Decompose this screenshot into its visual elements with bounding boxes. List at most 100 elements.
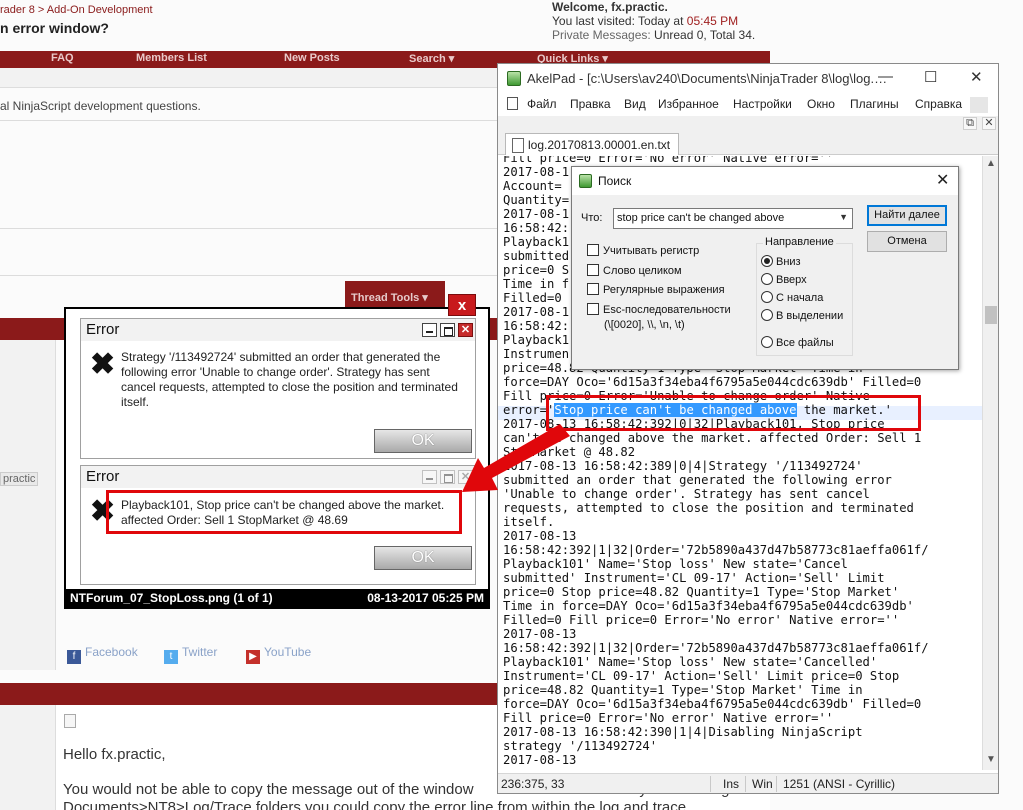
editor-line: 2017-08-13: [503, 753, 577, 767]
forum-description: al NinjaScript development questions.: [0, 99, 201, 113]
checkbox-icon: [587, 303, 599, 315]
option-label: Учитывать регистр: [603, 245, 700, 257]
menu-settings[interactable]: Настройки: [733, 97, 792, 111]
scroll-up-icon[interactable]: ▲: [986, 158, 996, 169]
last-visited-label: You last visited: Today at: [552, 14, 687, 28]
facebook-link[interactable]: f Facebook: [67, 645, 138, 664]
status-eol[interactable]: Win: [752, 777, 773, 791]
menu-edit[interactable]: Правка: [570, 97, 611, 111]
close-icon[interactable]: ✕: [458, 323, 473, 337]
option-label: Регулярные выражения: [603, 284, 725, 296]
ok-button[interactable]: OK: [374, 546, 472, 570]
twitter-link[interactable]: t Twitter: [164, 645, 217, 664]
akelpad-app-icon: [579, 174, 592, 188]
find-what-input[interactable]: stop price can't be changed above ▼: [613, 208, 853, 229]
pm-label: Private Messages:: [552, 28, 655, 42]
find-dialog-titlebar[interactable]: Поиск ✕: [572, 167, 958, 195]
direction-down[interactable]: Вниз: [761, 255, 801, 268]
menu-favorites[interactable]: Избранное: [658, 97, 719, 111]
akelpad-menubar: Файл Правка Вид Избранное Настройки Окно…: [498, 92, 998, 116]
maximize-icon[interactable]: ☐: [924, 68, 937, 86]
youtube-link[interactable]: ▶ YouTube: [246, 645, 311, 664]
reply-greeting: Hello fx.practic,: [63, 746, 166, 763]
find-dialog-title: Поиск: [598, 174, 632, 188]
editor-line: 16:58:42:392|1|32|Order='72b5890a437d47b…: [503, 543, 929, 557]
close-icon[interactable]: ✕: [982, 117, 996, 130]
minimize-icon[interactable]: [422, 323, 437, 337]
status-insert-mode[interactable]: Ins: [723, 777, 739, 791]
option-label: Слово целиком: [603, 265, 682, 277]
close-icon[interactable]: ✕: [970, 68, 983, 86]
viewer-close-button[interactable]: x: [448, 294, 476, 316]
editor-line: 2017-08-13: [503, 627, 577, 641]
ok-button[interactable]: OK: [374, 429, 472, 453]
error-1-message: Strategy '/113492724' submitted an order…: [121, 350, 458, 409]
minimize-icon[interactable]: [422, 470, 437, 484]
nav-members-list[interactable]: Members List: [136, 52, 207, 64]
vertical-scrollbar[interactable]: ▲ ▼: [982, 156, 998, 770]
option-escape-sequences[interactable]: Esc-последовательности: [587, 303, 731, 316]
editor-line: 16:58:42:392|1|32|Order='72b5890a437d47b…: [503, 641, 929, 655]
cancel-button[interactable]: Отмена: [867, 231, 947, 252]
editor-line: force=DAY Oco='6d15a3f34eba4f6795a5e044c…: [503, 697, 922, 711]
reply-line-1-start: You would not be able to copy the messag…: [63, 781, 474, 798]
direction-in-selection[interactable]: В выделении: [761, 309, 843, 322]
mdi-controls: ⧉ ✕: [498, 116, 998, 132]
menu-plugins[interactable]: Плагины: [850, 97, 899, 111]
user-badge[interactable]: practic: [0, 472, 38, 486]
welcome-box: Welcome, fx.practic. You last visited: T…: [552, 0, 755, 42]
find-what-label: Что:: [581, 212, 603, 224]
scroll-down-icon[interactable]: ▼: [986, 754, 996, 765]
direction-up[interactable]: Вверх: [761, 273, 807, 286]
maximize-icon[interactable]: [440, 323, 455, 337]
editor-line: 2017-08-13: [503, 529, 577, 543]
akelpad-titlebar[interactable]: AkelPad - [c:\Users\av240\Documents\Ninj…: [498, 64, 998, 92]
escape-hint: (\[0020], \\, \n, \t): [604, 319, 685, 331]
maximize-icon[interactable]: [440, 470, 455, 484]
error-dialog-1-title: Error ✕: [81, 319, 475, 341]
menu-overflow[interactable]: [970, 97, 988, 113]
checkbox-icon: [587, 264, 599, 276]
pm-counts[interactable]: Unread 0, Total 34.: [654, 28, 755, 42]
breadcrumb[interactable]: rader 8 > Add-On Development: [0, 4, 153, 16]
menu-window[interactable]: Окно: [807, 97, 835, 111]
minimize-icon[interactable]: —: [878, 68, 893, 85]
checkbox-icon: [587, 283, 599, 295]
radio-icon: [761, 309, 773, 321]
editor-line: Playback101' Name='Stop loss' New state=…: [503, 655, 878, 669]
nav-faq[interactable]: FAQ: [51, 52, 74, 64]
restore-icon[interactable]: ⧉: [963, 117, 977, 130]
chevron-down-icon[interactable]: ▼: [839, 212, 848, 222]
option-match-case[interactable]: Учитывать регистр: [587, 244, 699, 257]
document-icon[interactable]: [507, 97, 518, 110]
menu-file[interactable]: Файл: [527, 97, 557, 111]
post-icon: [64, 714, 76, 728]
direction-label: Направление: [763, 236, 836, 248]
find-next-button[interactable]: Найти далее: [867, 205, 947, 226]
editor-line: force=DAY Oco='6d15a3f34eba4f6795a5e044c…: [503, 375, 922, 389]
direction-all-files[interactable]: Все файлы: [761, 336, 834, 349]
status-bar: 236:375, 33 Ins Win 1251 (ANSI - Cyrilli…: [498, 773, 998, 793]
option-whole-word[interactable]: Слово целиком: [587, 264, 682, 277]
highlight-box: [546, 395, 921, 431]
tab-log-file[interactable]: log.20170813.00001.en.txt: [505, 133, 680, 155]
welcome-text[interactable]: Welcome, fx.practic.: [552, 0, 668, 14]
radio-label: Вверх: [776, 274, 807, 286]
thread-tools-button[interactable]: Thread Tools ▾: [345, 281, 445, 307]
editor-line: price=0 Stop price=48.82 Quantity=1 Type…: [503, 585, 900, 599]
nav-new-posts[interactable]: New Posts: [284, 52, 340, 64]
menu-help[interactable]: Справка: [915, 97, 962, 111]
scrollbar-thumb[interactable]: [985, 306, 997, 324]
akelpad-title-text: AkelPad - [c:\Users\av240\Documents\Ninj…: [527, 71, 888, 86]
radio-label: Вниз: [776, 256, 801, 268]
option-regex[interactable]: Регулярные выражения: [587, 283, 725, 296]
radio-icon: [761, 273, 773, 285]
status-divider: [710, 776, 711, 792]
direction-from-start[interactable]: С начала: [761, 291, 823, 304]
status-codepage[interactable]: 1251 (ANSI - Cyrillic): [783, 777, 895, 791]
menu-view[interactable]: Вид: [624, 97, 646, 111]
nav-search[interactable]: Search ▾: [409, 52, 454, 65]
error-dialog-1: Error ✕ ✖ Strategy '/113492724' submitte…: [80, 318, 476, 459]
close-icon[interactable]: ✕: [936, 170, 949, 190]
highlight-box: [106, 490, 462, 534]
